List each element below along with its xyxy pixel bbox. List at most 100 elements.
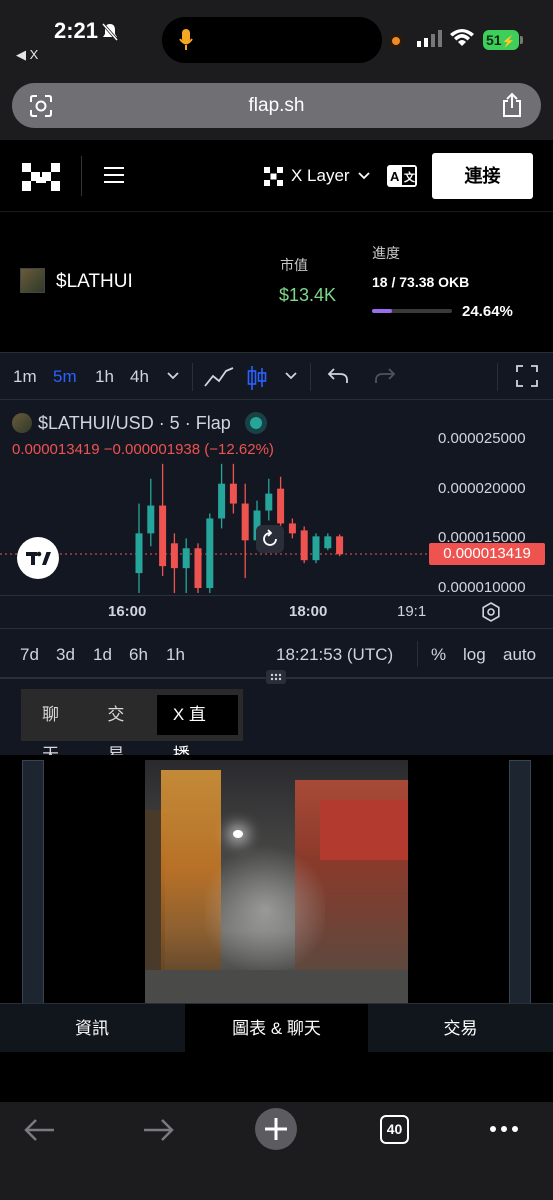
candle bbox=[336, 534, 344, 557]
price-chart[interactable]: $LATHUI/USD · 5 · Flap 0.000013419 −0.00… bbox=[0, 400, 553, 628]
range-3d[interactable]: 3d bbox=[56, 645, 75, 665]
range-7d[interactable]: 7d bbox=[20, 645, 39, 665]
chart-price-change: 0.000013419 −0.000001938 (−12.62%) bbox=[12, 441, 274, 458]
candle-body bbox=[182, 548, 190, 569]
fullscreen-icon[interactable] bbox=[516, 365, 538, 387]
percent-scale-toggle[interactable]: % bbox=[431, 645, 446, 665]
line-chart-type-icon[interactable] bbox=[204, 365, 234, 389]
dynamic-island bbox=[162, 17, 382, 63]
candle bbox=[277, 476, 285, 529]
range-1h[interactable]: 1h bbox=[166, 645, 185, 665]
last-price-label: 0.000013419 bbox=[429, 543, 545, 565]
candle bbox=[288, 518, 296, 539]
back-to-app-link[interactable]: ◀ X bbox=[16, 47, 38, 63]
tab-x-live[interactable]: X 直播 bbox=[156, 695, 238, 764]
tab-trades[interactable]: 交易 bbox=[91, 695, 156, 764]
nav-info[interactable]: 資訊 bbox=[0, 1004, 184, 1053]
browser-toolbar: 40 bbox=[0, 1102, 553, 1200]
chain-selector[interactable]: X Layer bbox=[264, 164, 370, 188]
legend-token-avatar bbox=[12, 413, 32, 433]
bottom-nav: 資訊 圖表 & 聊天 交易 bbox=[0, 1003, 553, 1053]
site-logo-icon[interactable] bbox=[22, 163, 60, 191]
nav-trade[interactable]: 交易 bbox=[368, 1004, 553, 1053]
video-scene-street-lamp bbox=[233, 830, 243, 838]
candle bbox=[194, 543, 202, 593]
tab-chat[interactable]: 聊天 bbox=[26, 695, 91, 764]
range-1d[interactable]: 1d bbox=[93, 645, 112, 665]
candle bbox=[147, 478, 155, 547]
undo-icon[interactable] bbox=[326, 365, 350, 387]
back-arrow-icon[interactable] bbox=[24, 1118, 56, 1142]
more-options-icon[interactable] bbox=[489, 1124, 519, 1134]
video-side-panel-left bbox=[22, 760, 44, 1008]
address-bar[interactable]: flap.sh bbox=[12, 83, 541, 128]
price-axis-tick: 0.000010000 bbox=[438, 579, 526, 596]
video-scene-sign bbox=[320, 800, 408, 860]
price-axis-tick: 0.000025000 bbox=[438, 430, 526, 447]
language-icon[interactable]: A 文 bbox=[387, 165, 417, 187]
drag-dots-icon bbox=[270, 673, 282, 681]
site-header: X Layer A 文 連接 bbox=[0, 140, 553, 212]
token-name: $LATHUI bbox=[56, 271, 133, 292]
progress-bar bbox=[372, 309, 452, 313]
candle-body bbox=[229, 483, 237, 504]
video-scene-smoke bbox=[205, 840, 325, 980]
tradingview-logo-icon bbox=[26, 551, 51, 565]
utc-clock[interactable]: 18:21:53 (UTC) bbox=[276, 645, 393, 665]
time-axis[interactable]: 16:00 18:00 19:1 bbox=[0, 595, 553, 628]
range-bar-separator bbox=[417, 641, 418, 667]
reset-chart-button[interactable] bbox=[256, 525, 284, 553]
timeframe-5m[interactable]: 5m bbox=[53, 367, 77, 387]
share-icon[interactable] bbox=[501, 92, 523, 118]
chart-type-chevron-icon[interactable] bbox=[284, 371, 298, 381]
candle-body bbox=[147, 505, 155, 534]
market-cap-label: 市值 bbox=[280, 257, 308, 273]
content-panel: 聊天 交易 X 直播 bbox=[0, 677, 553, 764]
live-video-panel bbox=[0, 755, 553, 1008]
candle bbox=[312, 533, 320, 564]
token-avatar bbox=[20, 268, 45, 293]
candle-body bbox=[170, 543, 178, 569]
status-bar: 2:21 ◀ X 51⚡ bbox=[0, 0, 553, 70]
nav-chart-chat[interactable]: 圖表 & 聊天 bbox=[185, 1004, 368, 1053]
candlestick-chart-type-icon[interactable] bbox=[246, 365, 268, 391]
video-scene-street bbox=[145, 970, 408, 1003]
forward-arrow-icon[interactable] bbox=[142, 1118, 174, 1142]
time-axis-tick: 18:00 bbox=[289, 603, 328, 620]
tabs-overview-button[interactable]: 40 bbox=[380, 1115, 409, 1144]
new-tab-button[interactable] bbox=[255, 1108, 297, 1150]
candle-body bbox=[300, 530, 308, 561]
tradingview-logo[interactable] bbox=[17, 537, 59, 579]
reset-icon bbox=[263, 529, 277, 546]
battery-level: 51 bbox=[486, 32, 502, 48]
redo-icon[interactable] bbox=[373, 365, 397, 387]
candle bbox=[206, 513, 214, 593]
resize-handle[interactable] bbox=[266, 670, 286, 684]
chart-settings-gear-icon[interactable] bbox=[481, 602, 501, 622]
more-intervals-chevron-icon[interactable] bbox=[166, 371, 180, 381]
live-video-player[interactable] bbox=[145, 760, 408, 1003]
log-scale-toggle[interactable]: log bbox=[463, 645, 486, 665]
page-bottom-space bbox=[0, 1052, 553, 1102]
timeframe-4h[interactable]: 4h bbox=[130, 367, 149, 387]
charging-bolt-icon: ⚡ bbox=[501, 36, 516, 48]
candle-body bbox=[159, 505, 167, 567]
candle-body bbox=[265, 493, 273, 511]
wifi-icon bbox=[450, 29, 474, 46]
timeframe-1m[interactable]: 1m bbox=[13, 367, 37, 387]
connect-wallet-button[interactable]: 連接 bbox=[432, 153, 533, 199]
market-cap-value: $13.4K bbox=[279, 285, 337, 305]
url-text[interactable]: flap.sh bbox=[12, 95, 541, 117]
timeframe-1h[interactable]: 1h bbox=[95, 367, 114, 387]
candle-body bbox=[312, 536, 320, 561]
progress-label: 進度 bbox=[372, 245, 400, 261]
header-divider bbox=[81, 156, 82, 196]
auto-scale-toggle[interactable]: auto bbox=[503, 645, 536, 665]
range-6h[interactable]: 6h bbox=[129, 645, 148, 665]
svg-text:A: A bbox=[390, 169, 400, 184]
candle bbox=[182, 538, 190, 593]
candle bbox=[135, 503, 143, 593]
candle-body bbox=[288, 523, 296, 534]
battery-indicator: 51⚡ bbox=[483, 30, 523, 50]
hamburger-menu-icon[interactable] bbox=[104, 166, 124, 184]
